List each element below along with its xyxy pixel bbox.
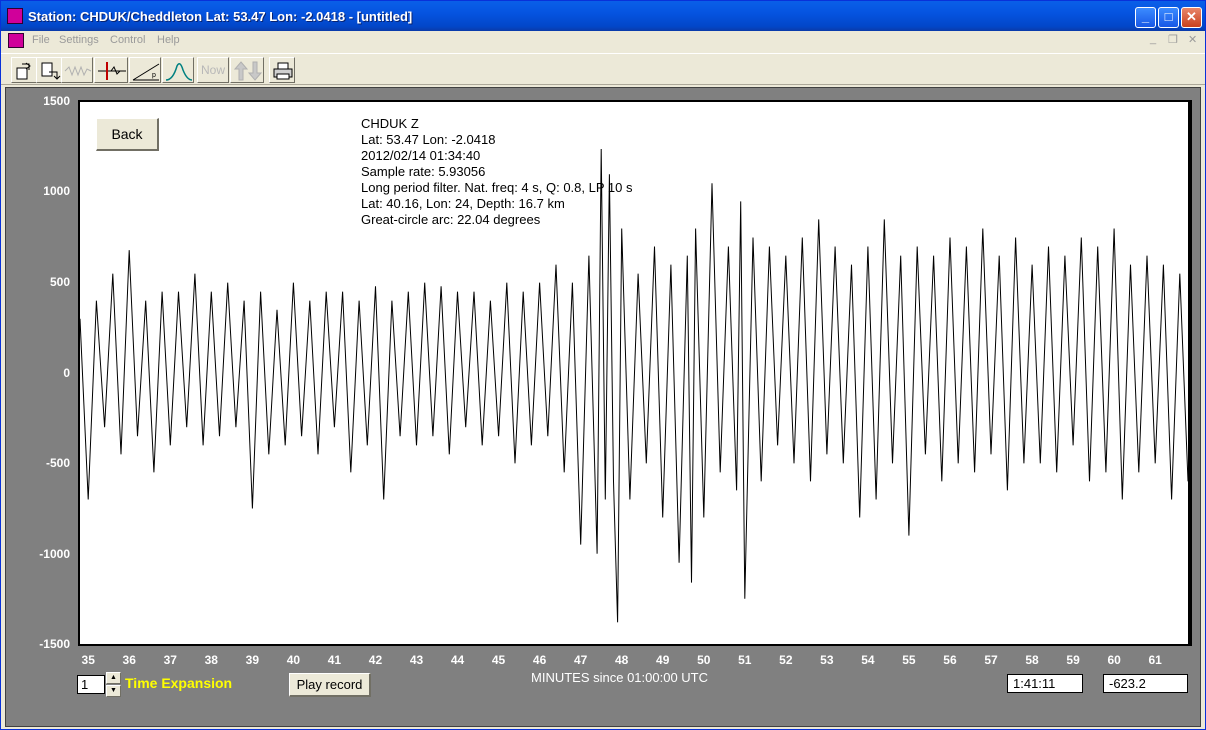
y-tick-label: 500 [49, 275, 70, 289]
time-expansion-input[interactable]: 1 [77, 675, 105, 694]
open-icon [16, 62, 31, 80]
x-tick-label: 48 [615, 653, 629, 667]
time-expansion-down-button[interactable]: ▼ [106, 685, 121, 697]
x-tick-label: 49 [656, 653, 670, 667]
print-button[interactable] [269, 57, 295, 83]
up-down-icon [233, 61, 263, 81]
x-tick-label: 52 [779, 653, 793, 667]
menu-control[interactable]: Control [110, 34, 145, 46]
window-title: Station: CHDUK/Cheddleton Lat: 53.47 Lon… [28, 9, 413, 24]
x-axis-label: MINUTES since 01:00:00 UTC [531, 670, 709, 685]
info-datetime: 2012/02/14 01:34:40 [361, 148, 481, 163]
x-tick-label: 59 [1066, 653, 1080, 667]
info-event: Lat: 40.16, Lon: 24, Depth: 16.7 km [361, 196, 565, 211]
x-tick-label: 37 [163, 653, 177, 667]
now-button[interactable]: Now [197, 57, 229, 83]
info-arc: Great-circle arc: 22.04 degrees [361, 212, 541, 227]
x-tick-label: 56 [943, 653, 957, 667]
cursor-marker-button[interactable] [94, 57, 128, 83]
maximize-button[interactable]: □ [1158, 7, 1179, 28]
x-tick-label: 35 [81, 653, 95, 667]
p-pick-icon: p [132, 63, 160, 81]
toolbar: p Now [1, 53, 1205, 85]
x-tick-label: 45 [491, 653, 506, 667]
x-tick-label: 47 [573, 653, 588, 667]
app-icon[interactable] [7, 8, 23, 24]
minimize-button[interactable]: _ [1135, 7, 1156, 28]
cursor-marker-icon [98, 62, 126, 80]
save-icon [41, 62, 61, 80]
x-tick-label: 40 [286, 653, 301, 667]
print-icon [273, 62, 293, 80]
time-expansion-up-button[interactable]: ▲ [106, 672, 121, 684]
plot-frame: Back CHDUK Z Lat: 53.47 Lon: -2.0418 201… [78, 100, 1192, 646]
seismogram-view: 1500 1000 500 0 -500 -1000 -1500 Back CH… [5, 87, 1201, 727]
x-tick-label: 41 [327, 653, 342, 667]
spectrum-button[interactable] [162, 57, 194, 83]
x-tick-label: 57 [984, 653, 998, 667]
play-record-button[interactable]: Play record [289, 673, 371, 697]
x-tick-label: 50 [697, 653, 711, 667]
time-expansion-label: Time Expansion [125, 675, 233, 691]
save-button[interactable] [36, 57, 62, 83]
menu-bar: File Settings Control Help _ ❐ ✕ [1, 31, 1205, 51]
app-window: Station: CHDUK/Cheddleton Lat: 53.47 Lon… [0, 0, 1206, 730]
x-tick-label: 39 [245, 653, 260, 667]
title-bar[interactable]: Station: CHDUK/Cheddleton Lat: 53.47 Lon… [1, 1, 1205, 31]
x-tick-label: 53 [820, 653, 834, 667]
document-icon[interactable] [8, 33, 24, 48]
info-filter: Long period filter. Nat. freq: 4 s, Q: 0… [361, 180, 633, 195]
x-tick-label: 58 [1025, 653, 1039, 667]
waveform-icon [64, 65, 92, 77]
info-station-location: Lat: 53.47 Lon: -2.0418 [361, 132, 496, 147]
y-tick-label: -1000 [39, 547, 70, 561]
y-tick-label: 0 [63, 366, 70, 380]
menu-settings[interactable]: Settings [59, 34, 99, 46]
trace-info: CHDUK Z Lat: 53.47 Lon: -2.0418 2012/02/… [361, 116, 632, 228]
p-pick-button[interactable]: p [129, 57, 161, 83]
svg-text:p: p [152, 72, 156, 79]
amplitude-readout: -623.2 [1103, 674, 1188, 693]
seismogram-plot[interactable]: Back CHDUK Z Lat: 53.47 Lon: -2.0418 201… [80, 102, 1188, 644]
x-tick-label: 51 [738, 653, 752, 667]
info-station-channel: CHDUK Z [361, 116, 419, 131]
x-tick-label: 61 [1148, 653, 1162, 667]
x-tick-label: 43 [409, 653, 424, 667]
y-tick-label: 1000 [43, 184, 70, 198]
x-tick-label: 46 [532, 653, 547, 667]
mdi-restore-button[interactable]: ❐ [1168, 33, 1178, 46]
x-tick-label: 44 [450, 653, 465, 667]
seismogram-trace-svg [80, 148, 1188, 623]
y-tick-label: -500 [45, 456, 70, 470]
seismogram-trace [80, 148, 1188, 623]
back-button[interactable]: Back [96, 118, 159, 151]
info-sample-rate: Sample rate: 5.93056 [361, 164, 486, 179]
time-readout: 1:41:11 [1007, 674, 1083, 693]
x-tick-label: 38 [204, 653, 218, 667]
x-tick-label: 60 [1107, 653, 1121, 667]
x-tick-label: 36 [122, 653, 136, 667]
mdi-minimize-button[interactable]: _ [1150, 33, 1156, 45]
x-tick-label: 42 [368, 653, 383, 667]
x-tick-label: 54 [861, 653, 875, 667]
spectrum-icon [165, 63, 193, 81]
open-button[interactable] [11, 57, 37, 83]
close-button[interactable]: ✕ [1181, 7, 1202, 28]
y-tick-label: 1500 [43, 94, 70, 108]
x-tick-label: 55 [902, 653, 916, 667]
waveform-button[interactable] [61, 57, 93, 83]
y-tick-label: -1500 [39, 637, 70, 651]
mdi-close-button[interactable]: ✕ [1188, 33, 1197, 46]
up-down-button[interactable] [230, 57, 264, 83]
menu-help[interactable]: Help [157, 34, 180, 46]
menu-file[interactable]: File [32, 34, 50, 46]
